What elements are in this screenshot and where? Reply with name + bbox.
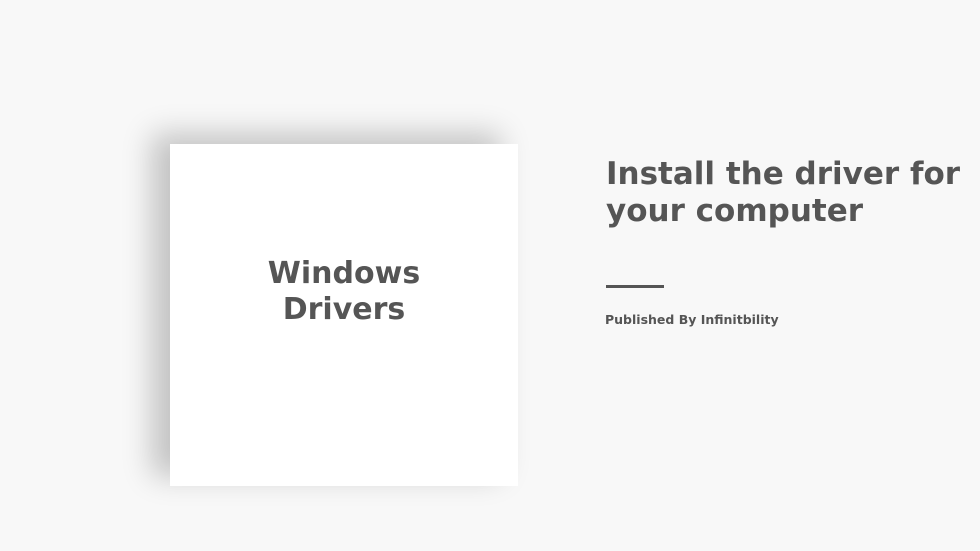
divider <box>606 285 664 288</box>
thumbnail-card: Windows Drivers <box>170 144 518 486</box>
page: Windows Drivers Install the driver for y… <box>0 0 980 551</box>
card-title: Windows Drivers <box>267 256 421 327</box>
publisher-text: Published By Infinitbility <box>605 312 779 327</box>
headline: Install the driver for your computer <box>606 156 961 229</box>
